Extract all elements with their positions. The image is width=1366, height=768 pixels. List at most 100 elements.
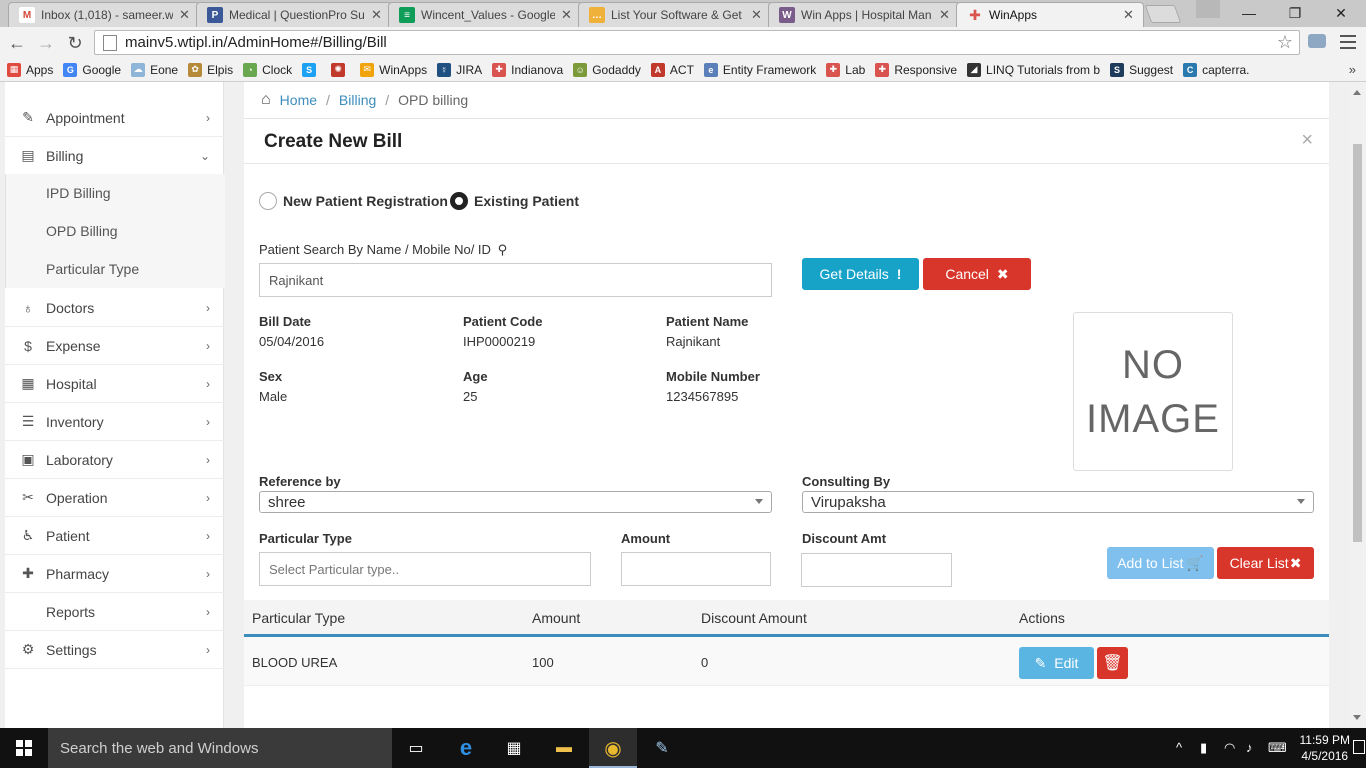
browser-user-icon[interactable]: [1196, 0, 1220, 18]
store-icon[interactable]: ▦: [500, 734, 528, 762]
restore-window-button[interactable]: ❐: [1272, 0, 1318, 26]
sidebar-item-patient[interactable]: ♿ Patient ›: [5, 517, 224, 555]
close-tab-icon[interactable]: ✕: [561, 7, 573, 23]
keyboard-icon[interactable]: ⌨: [1268, 740, 1287, 756]
bookmark-item[interactable]: S: [302, 62, 321, 77]
close-tab-icon[interactable]: ✕: [1123, 7, 1135, 23]
bookmark-star-icon[interactable]: ☆: [1277, 32, 1293, 53]
scrollbar-thumb[interactable]: [1353, 144, 1362, 542]
bookmark-item[interactable]: ☿ JIRA: [437, 62, 482, 77]
close-window-button[interactable]: ✕: [1318, 0, 1364, 26]
back-arrow-icon[interactable]: ←: [5, 31, 29, 55]
show-hidden-icons-chevron-icon[interactable]: ^: [1176, 740, 1182, 755]
reference-by-select[interactable]: shree: [259, 491, 772, 513]
bookmark-item[interactable]: e Entity Framework: [703, 62, 816, 77]
bookmark-item[interactable]: ✉ WinApps: [360, 62, 427, 77]
new-tab-button[interactable]: [1144, 5, 1182, 23]
existing-patient-radio[interactable]: [450, 192, 468, 210]
sidebar-item-expense[interactable]: $ Expense ›: [5, 327, 224, 365]
close-tab-icon[interactable]: ✕: [939, 7, 951, 23]
bookmark-item[interactable]: ✺: [331, 62, 350, 77]
address-url[interactable]: mainv5.wtipl.in/AdminHome#/Billing/Bill: [125, 34, 1277, 51]
browser-tab-questionpro[interactable]: P Medical | QuestionPro Su ✕: [196, 2, 392, 27]
bookmark-item[interactable]: ◢ LINQ Tutorials from b: [967, 62, 1100, 77]
sidebar-subitem-ipd-billing[interactable]: IPD Billing: [6, 174, 225, 212]
particular-type-input[interactable]: Select Particular type..: [259, 552, 591, 586]
amount-input[interactable]: [621, 552, 771, 586]
get-details-button[interactable]: Get Details !: [802, 258, 919, 290]
chrome-menu-icon[interactable]: [1340, 33, 1356, 51]
edit-button[interactable]: ✎ Edit: [1019, 647, 1094, 679]
minimize-window-button[interactable]: —: [1226, 0, 1272, 26]
page-scrollbar[interactable]: [1349, 82, 1366, 728]
bookmark-item[interactable]: ▦ Apps: [7, 62, 53, 77]
home-icon[interactable]: ⌂: [261, 91, 271, 109]
windows-start-button[interactable]: [0, 728, 48, 768]
new-patient-radio[interactable]: [259, 192, 277, 210]
delete-button[interactable]: 🗑: [1097, 647, 1128, 679]
bookmark-item[interactable]: S Suggest: [1110, 62, 1173, 77]
breadcrumb-billing[interactable]: Billing: [339, 92, 376, 108]
camera-extension-icon[interactable]: [1308, 34, 1326, 48]
scroll-down-arrow-icon[interactable]: [1353, 715, 1361, 720]
close-tab-icon[interactable]: ✕: [371, 7, 383, 23]
patient-search-input[interactable]: Rajnikant: [259, 263, 772, 297]
sidebar-item-inventory[interactable]: ☰ Inventory ›: [5, 403, 224, 441]
close-tab-icon[interactable]: ✕: [751, 7, 763, 23]
sidebar-item-laboratory[interactable]: ▣ Laboratory ›: [5, 441, 224, 479]
bookmark-item[interactable]: ✚ Responsive: [875, 62, 957, 77]
close-icon[interactable]: ×: [1301, 129, 1313, 152]
browser-tab-winapps-active[interactable]: ✚ WinApps ✕: [956, 2, 1144, 27]
bookmark-item[interactable]: ☁ Eone: [131, 62, 178, 77]
edge-browser-icon[interactable]: e: [452, 734, 480, 762]
forward-arrow-icon[interactable]: →: [34, 31, 58, 55]
notification-center-icon[interactable]: [1353, 740, 1365, 754]
paint-icon[interactable]: ✎: [648, 734, 676, 762]
battery-icon[interactable]: ▮: [1200, 740, 1207, 756]
taskbar-search-box[interactable]: Search the web and Windows: [48, 728, 392, 768]
sidebar-item-reports[interactable]: Reports ›: [5, 593, 224, 631]
volume-icon[interactable]: ♪: [1246, 740, 1253, 755]
browser-tab-google-sheets[interactable]: ≡ Wincent_Values - Google ✕: [388, 2, 582, 27]
existing-patient-radio-label[interactable]: Existing Patient: [474, 193, 579, 209]
task-view-icon[interactable]: ▭: [402, 734, 430, 762]
bookmark-item[interactable]: G Google: [63, 62, 121, 77]
address-bar[interactable]: mainv5.wtipl.in/AdminHome#/Billing/Bill …: [94, 30, 1300, 55]
browser-tab-list-software[interactable]: … List Your Software & Get ✕: [578, 2, 772, 27]
sidebar-item-operation[interactable]: ✂ Operation ›: [5, 479, 224, 517]
bookmarks-overflow-chevron-icon[interactable]: »: [1349, 62, 1356, 77]
new-patient-radio-label[interactable]: New Patient Registration: [283, 193, 448, 209]
bookmark-item[interactable]: ☺ Godaddy: [573, 62, 641, 77]
chrome-icon[interactable]: ◉: [599, 734, 627, 762]
cancel-button[interactable]: Cancel ✖: [923, 258, 1031, 290]
bookmark-item[interactable]: A ACT: [650, 62, 694, 77]
sidebar-item-settings[interactable]: ⚙ Settings ›: [5, 631, 224, 669]
sidebar-item-doctors[interactable]: ♁ Doctors ›: [5, 289, 224, 327]
scroll-up-arrow-icon[interactable]: [1353, 90, 1361, 95]
file-explorer-icon[interactable]: ▬: [550, 734, 578, 762]
sidebar-item-appointment[interactable]: ✎ Appointment ›: [5, 99, 224, 137]
sidebar-item-pharmacy[interactable]: ✚ Pharmacy ›: [5, 555, 224, 593]
browser-tab-win-apps[interactable]: W Win Apps | Hospital Man ✕: [768, 2, 960, 27]
bookmark-item[interactable]: ✚ Indianova: [492, 62, 563, 77]
bookmark-item[interactable]: ✚ Lab: [826, 62, 865, 77]
bookmark-item[interactable]: ◔ Clock: [243, 62, 292, 77]
breadcrumb-home[interactable]: Home: [280, 92, 317, 108]
cancel-label: Cancel: [945, 266, 989, 282]
reload-icon[interactable]: ↻: [63, 31, 87, 55]
sidebar-subitem-particular-type[interactable]: Particular Type: [6, 250, 225, 288]
wifi-icon[interactable]: ◠: [1224, 740, 1235, 756]
discount-amt-input[interactable]: [801, 553, 952, 587]
close-tab-icon[interactable]: ✕: [179, 7, 191, 23]
add-to-list-button[interactable]: Add to List 🛒: [1107, 547, 1214, 579]
sidebar-item-hospital[interactable]: ▦ Hospital ›: [5, 365, 224, 403]
sidebar-item-billing[interactable]: ▤ Billing ⌄: [5, 137, 224, 175]
clear-list-button[interactable]: Clear List ✖: [1217, 547, 1314, 579]
taskbar-clock[interactable]: 11:59 PM 4/5/2016: [1300, 732, 1350, 764]
consulting-by-select[interactable]: Virupaksha: [802, 491, 1314, 513]
bookmark-item[interactable]: Ccapterra.: [1183, 62, 1249, 77]
bookmark-item[interactable]: ✿ Elpis: [188, 62, 233, 77]
browser-tab-gmail[interactable]: M Inbox (1,018) - sameer.wi ✕: [8, 2, 200, 27]
sidebar-subitem-opd-billing[interactable]: OPD Billing: [6, 212, 225, 250]
trash-icon: 🗑: [1102, 655, 1123, 672]
